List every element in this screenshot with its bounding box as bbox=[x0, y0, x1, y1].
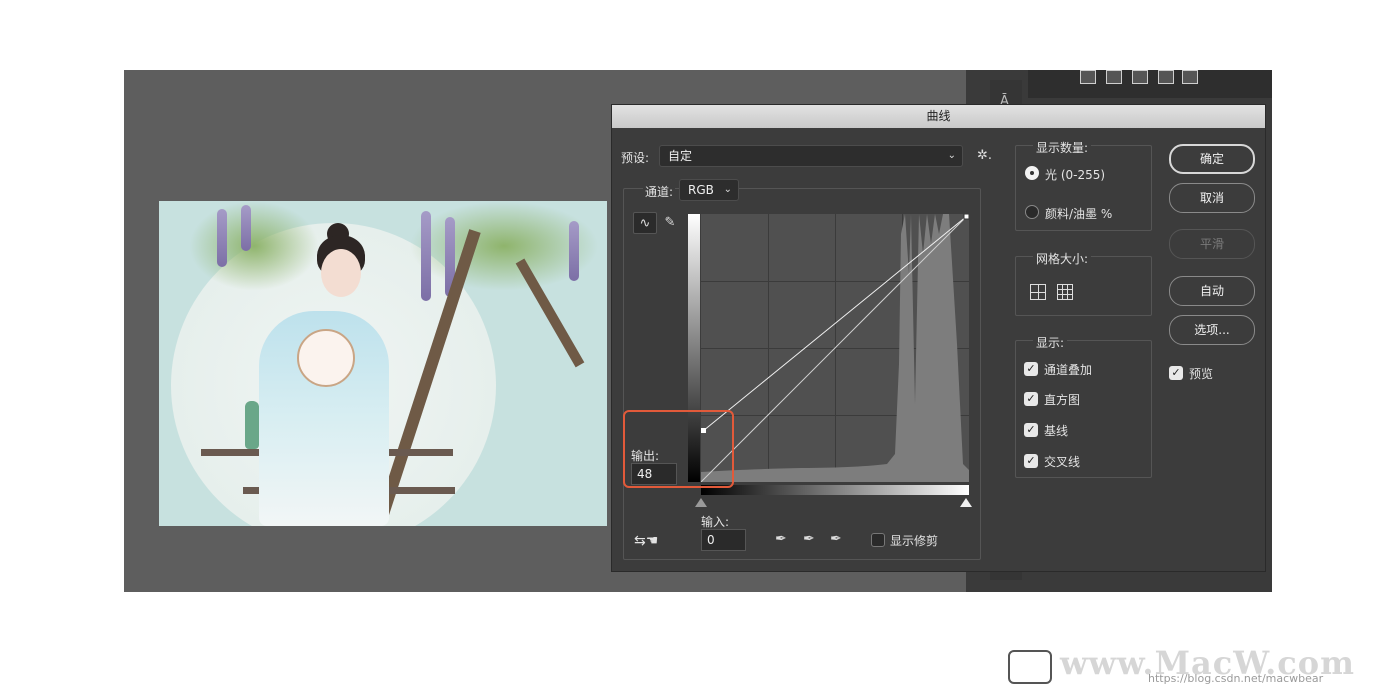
curve-point-tool-icon[interactable]: ∿ bbox=[633, 212, 657, 234]
macw-logo bbox=[1008, 650, 1052, 684]
input-label: 输入: bbox=[701, 515, 730, 529]
smooth-button[interactable]: 平滑 bbox=[1169, 229, 1255, 259]
intersection-line-label: 交叉线 bbox=[1044, 455, 1081, 469]
levels-adjust-icon[interactable] bbox=[1080, 70, 1096, 84]
document-image bbox=[159, 201, 607, 526]
curve-point-white bbox=[963, 214, 969, 220]
exposure-adjust-icon[interactable] bbox=[1132, 70, 1148, 84]
preview-checkbox[interactable]: ✓ bbox=[1169, 366, 1183, 380]
histogram-and-curve bbox=[701, 214, 969, 482]
show-clipping-checkbox[interactable] bbox=[871, 533, 885, 547]
chevron-down-icon: ⌄ bbox=[947, 150, 956, 161]
show-title: 显示: bbox=[1033, 334, 1068, 351]
ok-button[interactable]: 确定 bbox=[1169, 144, 1255, 174]
white-eyedropper-icon[interactable]: ✒ bbox=[830, 531, 842, 547]
round-fan bbox=[297, 329, 355, 387]
pigment-radio-label: 颜料/油墨 % bbox=[1045, 207, 1113, 221]
baseline-checkbox[interactable]: ✓ bbox=[1024, 423, 1038, 437]
auto-button[interactable]: 自动 bbox=[1169, 276, 1255, 306]
simple-grid-icon[interactable] bbox=[1030, 284, 1046, 300]
preset-select[interactable]: 自定 ⌄ bbox=[659, 145, 963, 167]
adjustments-icon-bar bbox=[1028, 70, 1272, 98]
preset-value: 自定 bbox=[668, 149, 693, 163]
wisteria bbox=[217, 209, 227, 267]
display-amount-title: 显示数量: bbox=[1033, 139, 1092, 156]
wisteria bbox=[569, 221, 579, 281]
cancel-button[interactable]: 取消 bbox=[1169, 183, 1255, 213]
wisteria bbox=[421, 211, 431, 301]
watermark-url: https://blog.csdn.net/macwbear bbox=[1148, 672, 1324, 685]
pencil-tool-icon[interactable]: ✎ bbox=[658, 212, 682, 234]
histogram-checkbox[interactable]: ✓ bbox=[1024, 392, 1038, 406]
white-point-slider[interactable] bbox=[960, 498, 972, 507]
channel-select[interactable]: RGB ⌄ bbox=[679, 179, 739, 201]
histogram-label: 直方图 bbox=[1044, 393, 1081, 407]
highlight-box bbox=[623, 410, 734, 488]
intersection-line-checkbox[interactable]: ✓ bbox=[1024, 454, 1038, 468]
wisteria bbox=[241, 205, 251, 251]
on-image-adjust-icon[interactable]: ⇆☚ bbox=[634, 533, 658, 549]
vibrance-adjust-icon[interactable] bbox=[1158, 70, 1174, 84]
foliage bbox=[189, 201, 319, 291]
input-field[interactable]: 0 bbox=[701, 529, 746, 551]
black-eyedropper-icon[interactable]: ✒ bbox=[775, 531, 787, 547]
channel-value: RGB bbox=[688, 183, 714, 197]
channel-overlay-label: 通道叠加 bbox=[1044, 363, 1093, 377]
dialog-title[interactable]: 曲线 bbox=[612, 105, 1265, 128]
gear-icon[interactable]: ✲. bbox=[977, 148, 992, 163]
vase bbox=[245, 401, 259, 449]
light-radio[interactable] bbox=[1025, 166, 1039, 180]
figure-face bbox=[321, 249, 361, 297]
preset-label: 预设: bbox=[621, 151, 650, 165]
curve-graph[interactable] bbox=[701, 214, 969, 482]
channel-overlay-checkbox[interactable]: ✓ bbox=[1024, 362, 1038, 376]
pigment-radio[interactable] bbox=[1025, 205, 1039, 219]
options-button[interactable]: 选项... bbox=[1169, 315, 1255, 345]
grid-size-title: 网格大小: bbox=[1033, 250, 1092, 267]
gradient-map-icon[interactable] bbox=[1182, 70, 1198, 84]
input-gradient-bar bbox=[701, 485, 969, 495]
light-radio-label: 光 (0-255) bbox=[1045, 168, 1106, 182]
chevron-down-icon: ⌄ bbox=[723, 184, 732, 195]
detailed-grid-icon[interactable] bbox=[1057, 284, 1073, 300]
show-clipping-label: 显示修剪 bbox=[890, 534, 939, 548]
curves-adjust-icon[interactable] bbox=[1106, 70, 1122, 84]
channel-label: 通道: bbox=[643, 183, 676, 200]
gray-eyedropper-icon[interactable]: ✒ bbox=[803, 531, 815, 547]
preview-label: 预览 bbox=[1189, 367, 1214, 381]
baseline-label: 基线 bbox=[1044, 424, 1069, 438]
black-point-slider[interactable] bbox=[695, 498, 707, 507]
